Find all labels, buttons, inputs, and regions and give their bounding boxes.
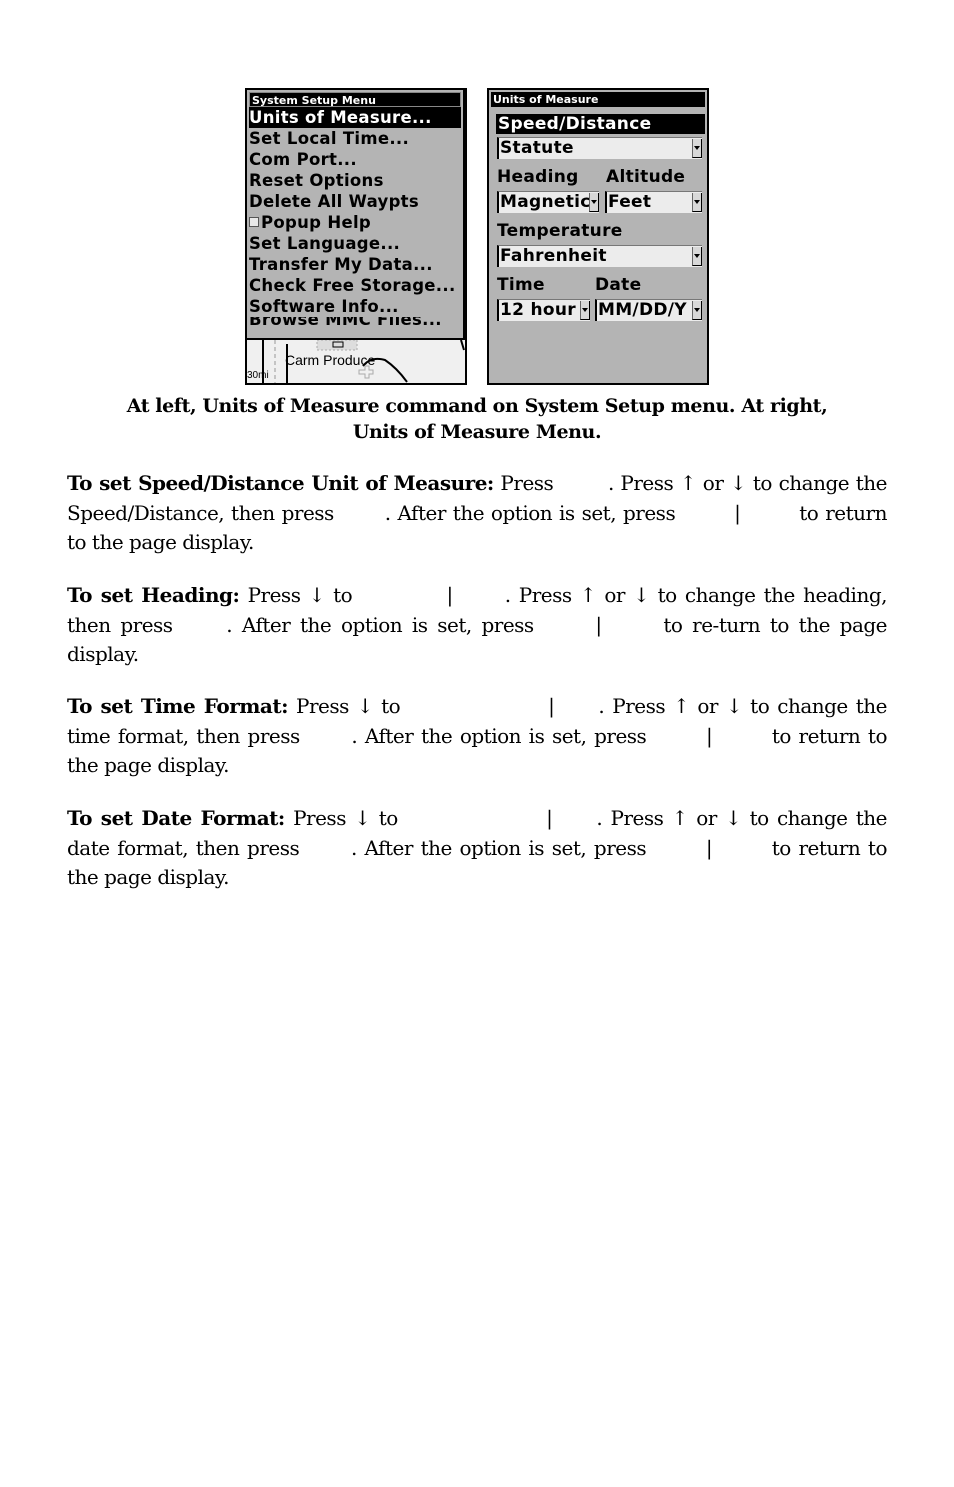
temperature-value: Fahrenheit	[500, 246, 607, 266]
units-of-measure-screenshot: Units of Measure Speed/Distance Statute …	[487, 88, 709, 385]
chevron-down-icon[interactable]	[692, 247, 702, 266]
menu-item-transfer-my-data[interactable]: Transfer My Data...	[247, 254, 463, 275]
key-separator: |	[546, 806, 553, 830]
menu-item-delete-all-waypts[interactable]: Delete All Waypts	[247, 191, 463, 212]
speed-distance-instructions: To set Speed/Distance Unit of Measure: P…	[67, 469, 888, 558]
date-dropdown[interactable]: MM/DD/Y	[595, 299, 702, 321]
chevron-down-icon[interactable]	[589, 193, 599, 212]
browse-mmc-files-label: Browse MMC Files...	[249, 317, 442, 329]
menu-item-check-free-storage[interactable]: Check Free Storage...	[247, 275, 463, 296]
heading-instructions: To set Heading: Press ↓ to |. Press ↑ or…	[67, 581, 888, 670]
chevron-down-icon[interactable]	[692, 193, 702, 212]
key-separator: |	[705, 723, 713, 748]
heading-value: Magnetic	[500, 192, 591, 212]
time-label: Time	[497, 275, 545, 295]
altitude-dropdown[interactable]: Feet	[605, 191, 702, 213]
temperature-label: Temperature	[497, 221, 623, 241]
key-separator: |	[705, 835, 713, 860]
date-label: Date	[595, 275, 642, 295]
key-separator: |	[548, 694, 555, 718]
units-menu-title: Units of Measure	[491, 92, 705, 107]
menu-item-reset-options[interactable]: Reset Options	[247, 170, 463, 191]
key-separator: |	[446, 583, 453, 607]
paragraph-text: . After the option is set, press	[384, 500, 683, 525]
map-road	[460, 340, 465, 351]
caption-line-1: At left, Units of Measure command on Sys…	[126, 395, 828, 417]
caption-line-2: Units of Measure Menu.	[352, 421, 602, 443]
key-separator: |	[595, 612, 602, 637]
map-background: Carm Produce 30mi	[247, 340, 465, 383]
chevron-down-icon[interactable]	[692, 301, 702, 320]
date-format-instructions: To set Date Format: Press ↓ to |. Press …	[67, 804, 888, 893]
paragraph-heading: To set Time Format:	[67, 694, 289, 718]
time-value: 12 hour	[500, 300, 576, 320]
menu-item-com-port[interactable]: Com Port...	[247, 149, 463, 170]
popup-help-checkbox[interactable]	[249, 217, 259, 227]
speed-distance-label: Speed/Distance	[496, 114, 705, 134]
system-setup-menu-screenshot: System Setup Menu Units of Measure... Se…	[245, 88, 467, 385]
paragraph-text: Press ↓ to	[239, 583, 361, 607]
menu-item-units-of-measure[interactable]: Units of Measure...	[249, 107, 461, 128]
heading-dropdown[interactable]: Magnetic	[497, 191, 599, 213]
altitude-label: Altitude	[606, 167, 686, 187]
menu-item-browse-mmc-files[interactable]: Browse MMC Files...	[247, 317, 463, 331]
date-value: MM/DD/Y	[598, 300, 687, 320]
paragraph-text: . After the option is set, press	[350, 835, 654, 860]
chevron-down-icon[interactable]	[692, 139, 702, 158]
time-dropdown[interactable]: 12 hour	[497, 299, 590, 321]
paragraph-text: Press ↓ to	[288, 694, 409, 718]
paragraph-heading: To set Speed/Distance Unit of Measure:	[67, 471, 494, 495]
heading-label: Heading	[497, 167, 579, 187]
menu-item-set-local-time[interactable]: Set Local Time...	[247, 128, 463, 149]
paragraph-text: Press	[493, 471, 560, 495]
system-setup-menu: System Setup Menu Units of Measure... Se…	[247, 90, 465, 340]
paragraph-text: . After the option is set, press	[351, 723, 654, 748]
time-format-instructions: To set Time Format: Press ↓ to |. Press …	[67, 692, 888, 781]
menu-item-software-info[interactable]: Software Info...	[247, 296, 463, 317]
figure-caption: At left, Units of Measure command on Sys…	[67, 393, 887, 445]
paragraph-text: . After the option is set, press	[226, 612, 544, 637]
temperature-dropdown[interactable]: Fahrenheit	[497, 245, 702, 267]
speed-distance-dropdown[interactable]: Statute	[497, 137, 702, 159]
map-place-label: Carm Produce	[285, 352, 376, 368]
paragraph-heading: To set Date Format:	[67, 806, 285, 830]
menu-item-popup-help[interactable]: Popup Help	[247, 212, 463, 233]
key-separator: |	[734, 500, 741, 525]
chevron-down-icon[interactable]	[580, 301, 590, 320]
speed-distance-value: Statute	[500, 138, 574, 158]
paragraph-text: Press ↓ to	[284, 806, 407, 830]
map-scale-label: 30mi	[247, 370, 269, 381]
menu-item-set-language[interactable]: Set Language...	[247, 233, 463, 254]
altitude-value: Feet	[608, 192, 652, 212]
menu-title: System Setup Menu	[249, 92, 461, 107]
popup-help-label: Popup Help	[261, 213, 372, 232]
paragraph-heading: To set Heading:	[67, 583, 240, 607]
